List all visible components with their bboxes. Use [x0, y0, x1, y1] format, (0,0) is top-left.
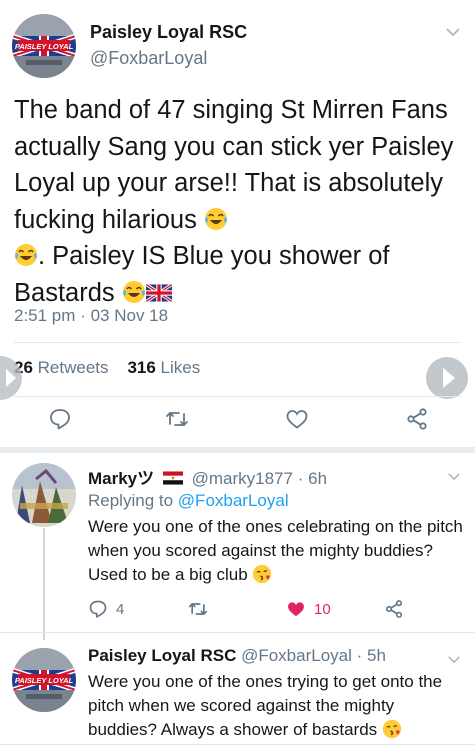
video-previous-icon[interactable] [0, 355, 48, 401]
like-button[interactable]: 10 [286, 597, 331, 621]
tweet-actions [0, 407, 475, 437]
tweet-date: 03 Nov 18 [90, 306, 169, 325]
retweet-icon [188, 603, 208, 615]
meta-separator: · [80, 306, 86, 325]
meta-separator: · [297, 469, 304, 488]
divider [14, 342, 461, 343]
avatar-image: PAISLEY LOYAL [12, 648, 76, 712]
reply-text: Were you one of the ones trying to get o… [88, 670, 464, 742]
egypt-flag-emoji [163, 471, 183, 485]
avatar-logo-text: PAISLEY LOYAL [15, 42, 74, 51]
play-next-icon[interactable] [425, 355, 469, 401]
avatar-image: PAISLEY LOYAL [12, 14, 76, 78]
reply-header: Markyツ @marky1877 · 6h [88, 464, 327, 489]
replying-to: Replying to @FoxbarLoyal [88, 491, 289, 511]
avatar[interactable]: PAISLEY LOYAL [12, 14, 76, 78]
tweet-text-part-2: . Paisley IS Blue you shower of Bastards [14, 242, 390, 307]
reply-text: Were you one of the ones celebrating on … [88, 515, 464, 587]
tweet-time: 2:51 pm [14, 306, 76, 325]
share-icon [385, 600, 403, 618]
meta-separator: · [356, 646, 363, 665]
reply-button[interactable]: 4 [88, 597, 124, 621]
section-separator [0, 447, 475, 453]
reply-header: Paisley Loyal RSC @FoxbarLoyal · 5h [88, 646, 386, 666]
share-icon[interactable] [405, 407, 433, 435]
chevron-down-icon[interactable] [447, 468, 461, 486]
chevron-down-icon[interactable] [445, 24, 461, 42]
likes-count: 316 [127, 358, 156, 377]
reply-time[interactable]: 5h [367, 646, 386, 665]
avatar-logo-text: PAISLEY LOYAL [15, 676, 74, 685]
author-name[interactable]: Paisley Loyal RSC [90, 22, 247, 43]
reply-author-name-suffix: ツ [137, 469, 155, 488]
avatar-image [12, 463, 76, 527]
reply-count: 4 [116, 600, 125, 618]
divider [0, 744, 475, 745]
reply-actions: 4 10 [88, 597, 428, 621]
author-handle[interactable]: @FoxbarLoyal [90, 48, 207, 69]
likes-link[interactable]: 316 Likes [127, 358, 200, 377]
main-tweet: PAISLEY LOYAL Paisley Loyal RSC @FoxbarL… [0, 0, 475, 450]
kissing-emoji [252, 564, 272, 584]
like-count: 10 [314, 600, 331, 618]
like-icon[interactable] [285, 407, 313, 435]
divider [0, 632, 475, 633]
retweet-button[interactable] [188, 597, 216, 621]
reply-time[interactable]: 6h [308, 469, 327, 488]
tweet-text-part-1: The band of 47 singing St Mirren Fans ac… [14, 96, 454, 234]
replying-to-prefix: Replying to [88, 491, 174, 510]
laughing-emoji [204, 207, 228, 231]
reply-author-name[interactable]: Paisley Loyal RSC [88, 646, 236, 665]
reply-icon[interactable] [48, 407, 76, 435]
retweet-icon[interactable] [165, 407, 193, 435]
share-button[interactable] [384, 597, 412, 621]
retweets-label: Retweets [37, 358, 109, 377]
chevron-down-icon[interactable] [447, 651, 461, 669]
reply-author-name[interactable]: Marky [88, 469, 137, 488]
divider [14, 396, 461, 397]
avatar[interactable]: PAISLEY LOYAL [12, 648, 76, 712]
uk-flag-emoji [146, 284, 172, 302]
tweet-text: The band of 47 singing St Mirren Fans ac… [14, 92, 466, 311]
reply-icon [89, 600, 107, 618]
like-icon [288, 602, 304, 617]
laughing-emoji [14, 243, 38, 267]
replying-to-link[interactable]: @FoxbarLoyal [178, 491, 289, 510]
thread-line [43, 528, 45, 640]
avatar[interactable] [12, 463, 76, 527]
likes-label: Likes [160, 358, 201, 377]
laughing-emoji [122, 280, 146, 304]
kissing-emoji [382, 719, 402, 739]
reply-author-handle[interactable]: @marky1877 [192, 469, 293, 488]
reply-author-handle[interactable]: @FoxbarLoyal [241, 646, 352, 665]
reply-text-body: Were you one of the ones celebrating on … [88, 517, 463, 584]
tweet-timestamp[interactable]: 2:51 pm · 03 Nov 18 [14, 306, 168, 326]
